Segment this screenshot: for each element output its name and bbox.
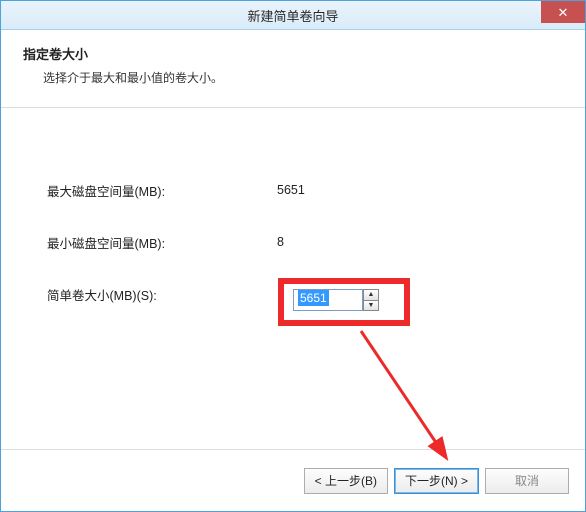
- min-space-row: 最小磁盘空间量(MB): 8: [47, 230, 539, 254]
- volume-size-stepper[interactable]: 5651 ▲ ▼: [293, 289, 379, 313]
- next-button[interactable]: 下一步(N) >: [394, 468, 479, 494]
- min-space-value: 8: [277, 235, 397, 249]
- close-icon: ✕: [558, 6, 569, 19]
- volume-size-input-value: 5651: [298, 290, 329, 306]
- back-button[interactable]: < 上一步(B): [304, 468, 388, 494]
- wizard-window: 新建简单卷向导 ✕ 指定卷大小 选择介于最大和最小值的卷大小。 最大磁盘空间量(…: [0, 0, 586, 512]
- min-space-label: 最小磁盘空间量(MB):: [47, 233, 277, 252]
- max-space-value: 5651: [277, 183, 397, 197]
- page-subtitle: 选择介于最大和最小值的卷大小。: [23, 69, 563, 86]
- page-title: 指定卷大小: [23, 44, 563, 63]
- stepper-down-button[interactable]: ▼: [364, 301, 378, 311]
- size-label: 简单卷大小(MB)(S):: [47, 285, 277, 304]
- header-panel: 指定卷大小 选择介于最大和最小值的卷大小。: [1, 30, 585, 108]
- body-panel: 最大磁盘空间量(MB): 5651 最小磁盘空间量(MB): 8 简单卷大小(M…: [1, 108, 585, 448]
- window-title: 新建简单卷向导: [1, 6, 585, 25]
- max-space-label: 最大磁盘空间量(MB):: [47, 181, 277, 200]
- cancel-button[interactable]: 取消: [485, 468, 569, 494]
- title-bar: 新建简单卷向导 ✕: [1, 1, 585, 30]
- stepper-buttons: ▲ ▼: [363, 289, 379, 311]
- max-space-row: 最大磁盘空间量(MB): 5651: [47, 178, 539, 202]
- stepper-up-button[interactable]: ▲: [364, 290, 378, 301]
- volume-size-input[interactable]: 5651: [293, 289, 363, 311]
- close-button[interactable]: ✕: [541, 1, 585, 23]
- footer-panel: < 上一步(B) 下一步(N) > 取消: [1, 449, 585, 511]
